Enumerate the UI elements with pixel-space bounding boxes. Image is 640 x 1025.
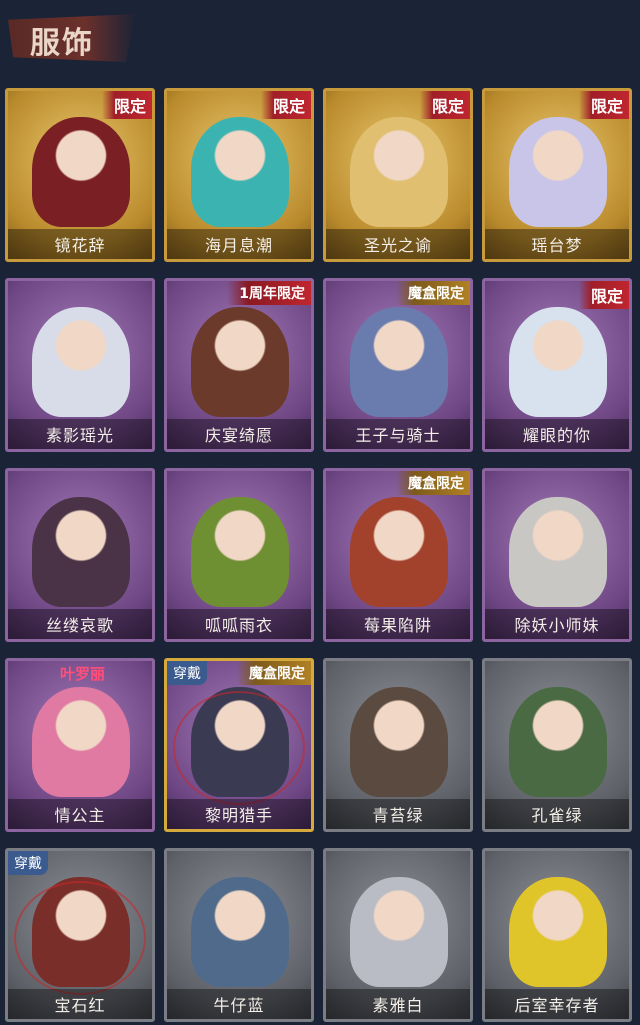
costume-name: 除妖小师妹 bbox=[514, 616, 600, 635]
costume-label-bar: 孔雀绿 bbox=[485, 799, 629, 829]
limited-tag: 限定 bbox=[101, 91, 152, 119]
costume-label-bar: 黎明猎手 bbox=[167, 799, 311, 829]
costume-portrait bbox=[191, 117, 289, 227]
costume-name: 孔雀绿 bbox=[531, 806, 583, 825]
costume-card[interactable]: 限定海月息潮 bbox=[164, 88, 314, 262]
limited-tag: 限定 bbox=[260, 91, 311, 119]
costume-portrait bbox=[32, 497, 130, 607]
costume-label-bar: 除妖小师妹 bbox=[485, 609, 629, 639]
limited-tag: 叶罗丽 bbox=[60, 665, 106, 683]
costume-portrait bbox=[191, 877, 289, 987]
costume-grid: 限定 镜花辞 限定 海月息潮 限定 圣光之谕 限定 瑶台梦 素影瑶光 1周年限定 庆宴绮愿 魔盒限定王… bbox=[5, 88, 635, 1022]
equipped-ring bbox=[173, 691, 305, 805]
costume-portrait bbox=[32, 687, 130, 797]
costume-card[interactable]: 素影瑶光 bbox=[5, 278, 155, 452]
costume-label-bar: 海月息潮 bbox=[167, 229, 311, 259]
costume-label-bar: 耀眼的你 bbox=[485, 419, 629, 449]
costume-label-bar: 素影瑶光 bbox=[8, 419, 152, 449]
costume-card[interactable]: 魔盒限定王子与骑士 bbox=[323, 278, 473, 452]
costume-name: 素雅白 bbox=[372, 996, 424, 1015]
equipped-ring bbox=[14, 881, 146, 995]
costume-card[interactable]: 魔盒限定莓果陷阱 bbox=[323, 468, 473, 642]
costume-name: 圣光之谕 bbox=[363, 236, 432, 255]
costume-card[interactable]: 孔雀绿 bbox=[482, 658, 632, 832]
costume-portrait bbox=[350, 877, 448, 987]
costume-card[interactable]: 1周年限定庆宴绮愿 bbox=[164, 278, 314, 452]
limited-tag: 限定 bbox=[578, 91, 629, 119]
costume-label-bar: 瑶台梦 bbox=[485, 229, 629, 259]
costume-label-bar: 素雅白 bbox=[326, 989, 470, 1019]
costume-name: 青苔绿 bbox=[372, 806, 424, 825]
costume-card[interactable]: 穿戴宝石红 bbox=[5, 848, 155, 1022]
limited-tag: 限定 bbox=[419, 91, 470, 119]
costume-label-bar: 牛仔蓝 bbox=[167, 989, 311, 1019]
costume-portrait bbox=[509, 117, 607, 227]
costume-portrait bbox=[32, 117, 130, 227]
page-title: 服饰 bbox=[30, 26, 94, 61]
costume-label-bar: 圣光之谕 bbox=[326, 229, 470, 259]
costume-portrait bbox=[509, 687, 607, 797]
costume-card[interactable]: 青苔绿 bbox=[323, 658, 473, 832]
page-header: 服饰 bbox=[0, 0, 640, 78]
costume-name: 素影瑶光 bbox=[45, 426, 114, 445]
costume-card[interactable]: 限定耀眼的你 bbox=[482, 278, 632, 452]
costume-name: 海月息潮 bbox=[204, 236, 273, 255]
costume-card[interactable]: 限定圣光之谕 bbox=[323, 88, 473, 262]
costume-portrait bbox=[191, 497, 289, 607]
limited-tag: 魔盒限定 bbox=[237, 661, 311, 685]
costume-name: 瑶台梦 bbox=[531, 236, 583, 255]
costume-label-bar: 后室幸存者 bbox=[485, 989, 629, 1019]
costume-label-bar: 镜花辞 bbox=[8, 229, 152, 259]
costume-portrait bbox=[509, 877, 607, 987]
costume-portrait bbox=[350, 687, 448, 797]
costume-label-bar: 宝石红 bbox=[8, 989, 152, 1019]
costume-card[interactable]: 丝缕哀歌 bbox=[5, 468, 155, 642]
costume-name: 情公主 bbox=[54, 806, 106, 825]
costume-label-bar: 莓果陷阱 bbox=[326, 609, 470, 639]
costume-card[interactable]: 呱呱雨衣 bbox=[164, 468, 314, 642]
costume-portrait bbox=[509, 307, 607, 417]
costume-portrait bbox=[509, 497, 607, 607]
costume-label-bar: 呱呱雨衣 bbox=[167, 609, 311, 639]
costume-card[interactable]: 叶罗丽 情公主 bbox=[5, 658, 155, 832]
wearing-badge: 穿戴 bbox=[167, 661, 207, 685]
costume-name: 呱呱雨衣 bbox=[204, 616, 273, 635]
costume-card[interactable]: 后室幸存者 bbox=[482, 848, 632, 1022]
limited-tag: 魔盒限定 bbox=[396, 281, 470, 305]
costume-name: 镜花辞 bbox=[54, 236, 106, 255]
costume-name: 黎明猎手 bbox=[204, 806, 273, 825]
wearing-badge: 穿戴 bbox=[8, 851, 48, 875]
costume-name: 耀眼的你 bbox=[522, 426, 591, 445]
costume-name: 王子与骑士 bbox=[355, 426, 441, 445]
costume-name: 庆宴绮愿 bbox=[204, 426, 273, 445]
costume-card[interactable]: 除妖小师妹 bbox=[482, 468, 632, 642]
costume-portrait bbox=[350, 117, 448, 227]
costume-portrait bbox=[191, 307, 289, 417]
costume-portrait bbox=[350, 497, 448, 607]
costume-label-bar: 庆宴绮愿 bbox=[167, 419, 311, 449]
costume-card[interactable]: 穿戴 魔盒限定黎明猎手 bbox=[164, 658, 314, 832]
limited-tag: 1周年限定 bbox=[227, 281, 311, 305]
costume-card[interactable]: 素雅白 bbox=[323, 848, 473, 1022]
costume-label-bar: 青苔绿 bbox=[326, 799, 470, 829]
limited-tag: 魔盒限定 bbox=[396, 471, 470, 495]
costume-name: 莓果陷阱 bbox=[363, 616, 432, 635]
costume-label-bar: 情公主 bbox=[8, 799, 152, 829]
costume-label-bar: 王子与骑士 bbox=[326, 419, 470, 449]
costume-card[interactable]: 限定瑶台梦 bbox=[482, 88, 632, 262]
costume-name: 后室幸存者 bbox=[514, 996, 600, 1015]
costume-card[interactable]: 牛仔蓝 bbox=[164, 848, 314, 1022]
costume-portrait bbox=[350, 307, 448, 417]
costume-card[interactable]: 限定镜花辞 bbox=[5, 88, 155, 262]
costume-name: 宝石红 bbox=[54, 996, 106, 1015]
costume-portrait bbox=[32, 307, 130, 417]
costume-name: 牛仔蓝 bbox=[213, 996, 265, 1015]
costume-label-bar: 丝缕哀歌 bbox=[8, 609, 152, 639]
limited-tag: 限定 bbox=[578, 281, 629, 309]
costume-name: 丝缕哀歌 bbox=[45, 616, 114, 635]
